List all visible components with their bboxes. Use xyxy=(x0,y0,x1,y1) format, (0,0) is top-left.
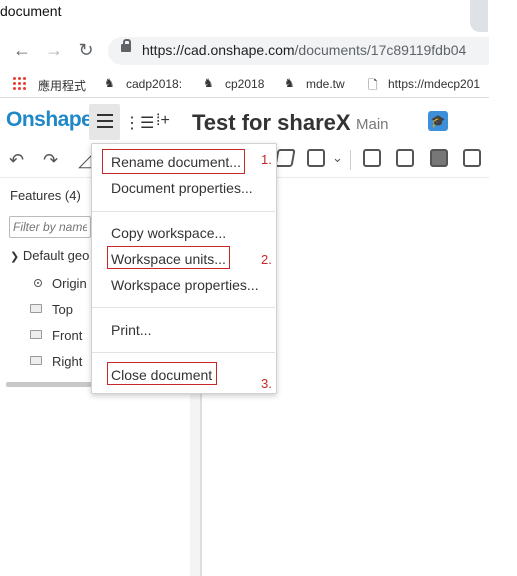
menu-workspace-properties[interactable]: Workspace properties... xyxy=(111,277,259,293)
menu-print[interactable]: Print... xyxy=(111,322,151,338)
highlight-box xyxy=(107,246,230,269)
camel-icon: ♞ xyxy=(104,76,115,90)
bookmark-cadp2018[interactable]: cadp2018: xyxy=(126,77,182,91)
sketch-icon[interactable]: ◿ xyxy=(78,150,92,171)
camel-icon: ♞ xyxy=(203,76,214,90)
annotation-number: 1. xyxy=(261,152,272,167)
learning-center-icon[interactable]: 🎓 xyxy=(428,111,448,131)
bookmark-apps[interactable]: 應用程式 xyxy=(38,77,86,94)
extrude-icon[interactable] xyxy=(274,149,296,167)
url-host: https://cad.onshape.com xyxy=(142,42,295,58)
redo-icon[interactable]: ↷ xyxy=(43,150,58,171)
url-text[interactable]: https://cad.onshape.com/documents/17c891… xyxy=(142,42,466,58)
browser-tab-strip xyxy=(0,0,489,24)
chevron-down-icon[interactable]: ⌄ xyxy=(332,150,343,166)
chevron-down-icon: ❯ xyxy=(10,251,20,263)
workspace-name: Main xyxy=(356,116,389,133)
filter-input[interactable] xyxy=(9,216,91,238)
forward-arrow-icon[interactable]: → xyxy=(43,39,65,61)
menu-copy-workspace[interactable]: Copy workspace... xyxy=(111,225,226,241)
default-geometry-group[interactable]: ❯ Default geo xyxy=(10,248,89,263)
annotation-number: 3. xyxy=(261,376,272,391)
shell-icon[interactable] xyxy=(463,149,481,167)
menu-divider xyxy=(92,307,275,308)
plane-icon xyxy=(30,356,42,365)
toolbar-divider xyxy=(350,150,351,170)
menu-divider xyxy=(92,211,275,212)
camel-icon: ♞ xyxy=(284,76,295,90)
menu-divider xyxy=(92,352,275,353)
feature-top[interactable]: Top xyxy=(52,302,73,317)
highlight-box xyxy=(107,362,217,385)
reload-icon[interactable]: ↻ xyxy=(75,39,97,61)
hamburger-icon xyxy=(97,114,113,116)
insert-part-icon[interactable]: ⁞+ xyxy=(156,112,170,130)
bookmark-cp2018[interactable]: cp2018 xyxy=(225,77,264,91)
document-title: Test for shareX xyxy=(192,110,351,135)
undo-icon[interactable]: ↶ xyxy=(9,150,24,171)
apps-grid-icon[interactable] xyxy=(12,76,26,90)
annotation-number: 2. xyxy=(261,252,272,267)
lock-icon[interactable] xyxy=(121,39,131,52)
version-graph-icon[interactable]: ⋮☰ xyxy=(124,113,154,133)
highlight-box xyxy=(102,149,245,174)
features-heading: Features (4) xyxy=(10,188,81,203)
plane-icon xyxy=(30,330,42,339)
menu-document-properties[interactable]: Document properties... xyxy=(111,180,253,196)
feature-front[interactable]: Front xyxy=(52,328,82,343)
browser-tab-title[interactable]: document xyxy=(0,3,61,19)
chamfer-icon[interactable] xyxy=(396,149,414,167)
url-path: /documents/17c89119fdb04 xyxy=(294,42,467,58)
back-arrow-icon[interactable]: ← xyxy=(11,39,33,61)
bookmark-mde[interactable]: mde.tw xyxy=(306,77,345,91)
group-label: Default geo xyxy=(22,248,90,263)
document-menu-button[interactable] xyxy=(89,104,120,140)
page-icon: 🗋 xyxy=(368,78,378,92)
feature-origin[interactable]: Origin xyxy=(52,276,87,291)
transform-icon[interactable] xyxy=(307,149,325,167)
feature-right[interactable]: Right xyxy=(52,354,82,369)
draft-icon[interactable] xyxy=(430,149,448,167)
onshape-logo[interactable]: Onshape xyxy=(6,108,93,132)
horizontal-scrollbar[interactable] xyxy=(6,382,92,387)
bookmark-mdecp[interactable]: https://mdecp201 xyxy=(388,77,480,91)
origin-icon xyxy=(34,279,42,287)
plane-icon xyxy=(30,304,42,313)
fillet-icon[interactable] xyxy=(363,149,381,167)
tab-edge xyxy=(470,0,488,32)
